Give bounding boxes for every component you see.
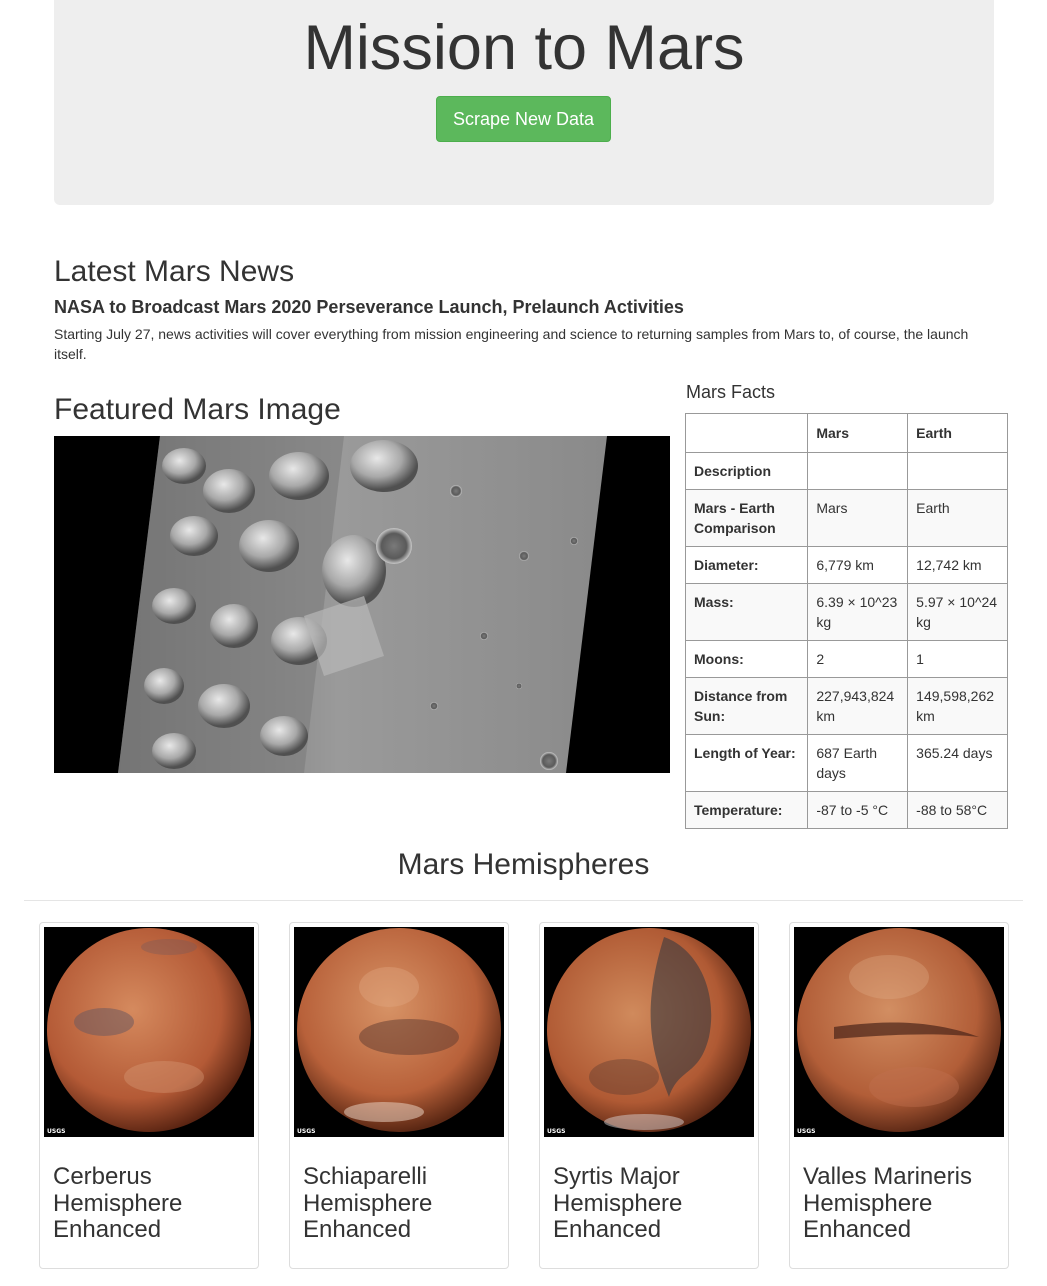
hemisphere-title[interactable]: Valles Marineris Hemisphere Enhanced (803, 1163, 1003, 1244)
table-header-cell: Mars (807, 413, 909, 453)
row-label: Moons: (684, 640, 809, 678)
news-heading: Latest Mars News (54, 255, 295, 288)
table-row: Length of Year: 687 Earth days 365.24 da… (684, 734, 1008, 792)
hemisphere-card-schiaparelli[interactable]: USGS Schiaparelli Hemisphere Enhanced (289, 922, 509, 1269)
row-label: Diameter: (684, 546, 809, 584)
row-label: Distance from Sun: (684, 677, 809, 735)
table-row: Moons: 2 1 (684, 640, 1008, 678)
hemisphere-title[interactable]: Syrtis Major Hemisphere Enhanced (553, 1163, 753, 1244)
hemispheres-heading: Mars Hemispheres (397, 848, 650, 881)
featured-mars-image (54, 436, 670, 773)
earth-value: Earth (907, 489, 1008, 547)
news-title: NASA to Broadcast Mars 2020 Perseverance… (54, 297, 684, 317)
table-row: Mars - Earth Comparison Mars Earth (684, 489, 1008, 547)
table-header-cell: Earth (907, 413, 1008, 453)
earth-value: 365.24 days (907, 734, 1008, 792)
featured-image-heading: Featured Mars Image (54, 393, 341, 426)
divider (24, 900, 1023, 901)
earth-value: 5.97 × 10^24 kg (907, 583, 1008, 641)
hemisphere-image-cerberus[interactable]: USGS (44, 927, 254, 1137)
row-label: Length of Year: (684, 734, 809, 792)
hemisphere-card-cerberus[interactable]: USGS Cerberus Hemisphere Enhanced (39, 922, 259, 1269)
hemisphere-image-schiaparelli[interactable]: USGS (294, 927, 504, 1137)
usgs-logo: USGS (297, 1128, 316, 1135)
mars-value (807, 452, 909, 490)
earth-value (907, 452, 1008, 490)
hemisphere-card-valles-marineris[interactable]: USGS Valles Marineris Hemisphere Enhance… (789, 922, 1009, 1269)
facts-caption: Mars Facts (686, 382, 776, 402)
row-label: Mars - Earth Comparison (684, 489, 809, 547)
hemisphere-title[interactable]: Cerberus Hemisphere Enhanced (53, 1163, 253, 1244)
table-header-row: Mars Earth (684, 413, 1008, 453)
scrape-new-data-button[interactable]: Scrape New Data (436, 96, 611, 142)
table-row: Temperature: -87 to -5 °C -88 to 58°C (684, 791, 1008, 829)
mars-globe (547, 928, 751, 1132)
usgs-logo: USGS (547, 1128, 566, 1135)
table-row: Description (684, 452, 1008, 490)
mars-value: 2 (807, 640, 909, 678)
mars-value: -87 to -5 °C (807, 791, 909, 829)
usgs-logo: USGS (47, 1128, 66, 1135)
hemisphere-image-syrtis-major[interactable]: USGS (544, 927, 754, 1137)
mars-globe (297, 928, 501, 1132)
page-title: Mission to Mars (303, 13, 745, 83)
table-row: Diameter: 6,779 km 12,742 km (684, 546, 1008, 584)
table-row: Mass: 6.39 × 10^23 kg 5.97 × 10^24 kg (684, 583, 1008, 641)
earth-value: 149,598,262 km (907, 677, 1008, 735)
mars-value: 6,779 km (807, 546, 909, 584)
table-header-cell (684, 413, 809, 453)
earth-value: 12,742 km (907, 546, 1008, 584)
usgs-logo: USGS (797, 1128, 816, 1135)
mars-value: 687 Earth days (807, 734, 909, 792)
table-row: Distance from Sun: 227,943,824 km 149,59… (684, 677, 1008, 735)
earth-value: 1 (907, 640, 1008, 678)
row-label: Temperature: (684, 791, 809, 829)
news-paragraph: Starting July 27, news activities will c… (54, 326, 969, 362)
row-label: Description (684, 452, 809, 490)
mars-globe (797, 928, 1001, 1132)
hemisphere-title[interactable]: Schiaparelli Hemisphere Enhanced (303, 1163, 503, 1244)
mars-globe (47, 928, 251, 1132)
hemisphere-image-valles-marineris[interactable]: USGS (794, 927, 1004, 1137)
mars-facts-table: Mars Earth Description Mars - Earth Comp… (684, 413, 1008, 829)
featured-mars-terrain (118, 436, 607, 773)
hemisphere-card-syrtis-major[interactable]: USGS Syrtis Major Hemisphere Enhanced (539, 922, 759, 1269)
mars-value: 227,943,824 km (807, 677, 909, 735)
row-label: Mass: (684, 583, 809, 641)
earth-value: -88 to 58°C (907, 791, 1008, 829)
jumbotron-header: Mission to Mars Scrape New Data (54, 0, 994, 205)
mars-value: 6.39 × 10^23 kg (807, 583, 909, 641)
mars-value: Mars (807, 489, 909, 547)
